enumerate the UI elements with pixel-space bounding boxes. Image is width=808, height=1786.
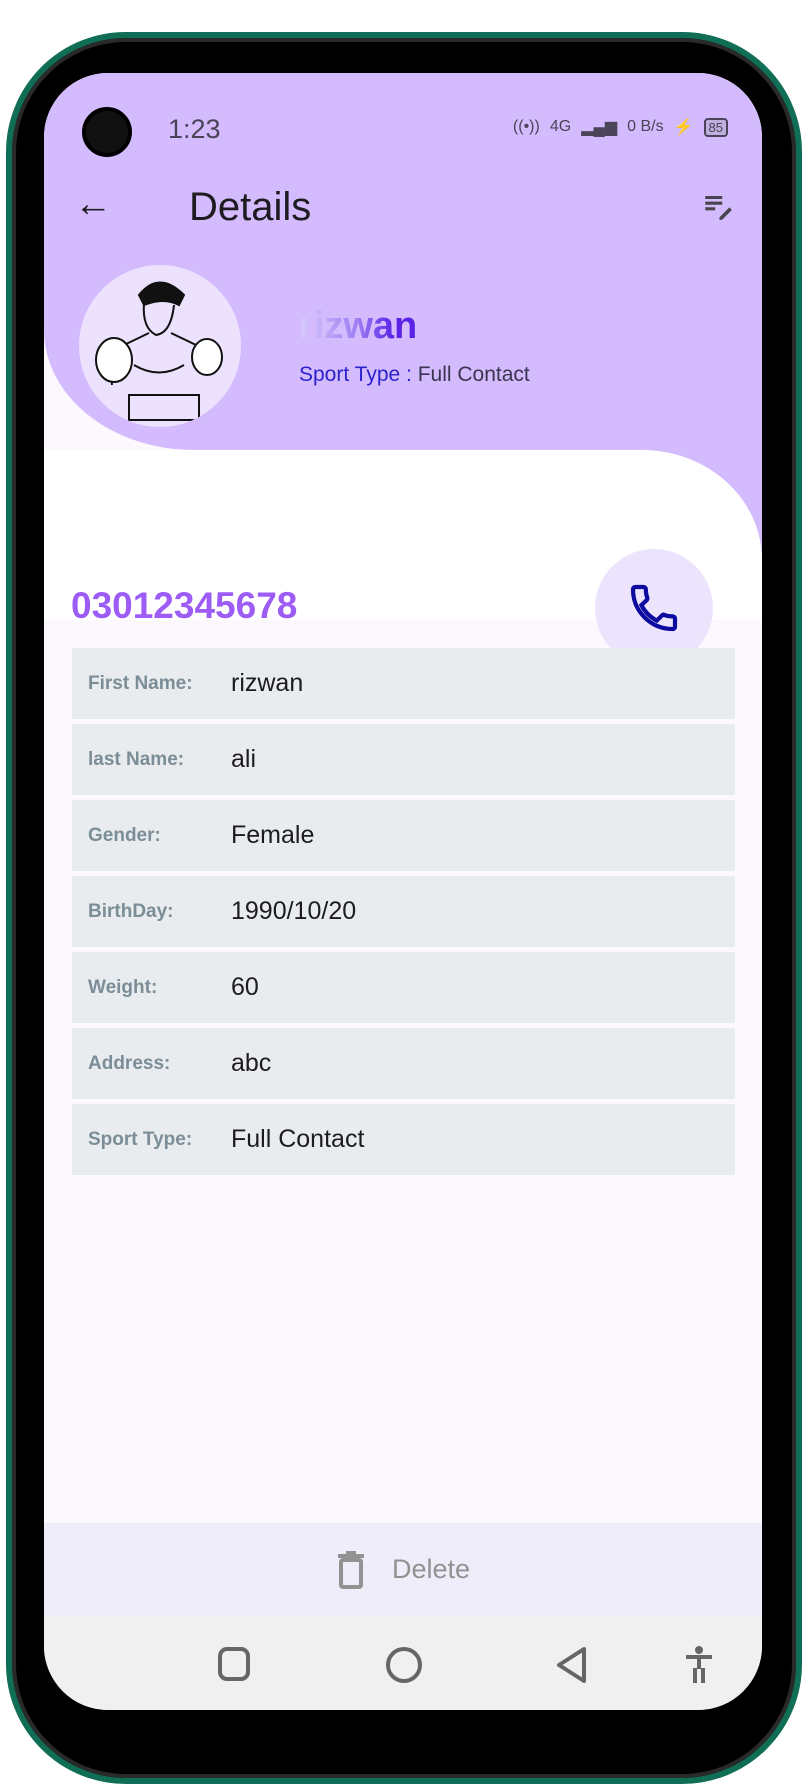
sport-label: Sport Type :	[299, 363, 412, 386]
phone-icon	[630, 584, 678, 632]
back-nav-icon[interactable]	[555, 1646, 589, 1684]
table-row: Weight: 60	[72, 952, 735, 1023]
row-label: First Name:	[88, 672, 193, 694]
camera-cutout	[82, 107, 132, 157]
network-type: 4G	[549, 118, 572, 135]
phone-number: 03012345678	[71, 585, 298, 626]
table-row: last Name: ali	[72, 724, 735, 795]
status-icons: ((•)) 4G ▂▄▆ 0 B/s ⚡ 85	[513, 117, 728, 137]
sport-value: Full Contact	[417, 363, 530, 386]
recents-icon[interactable]	[217, 1646, 251, 1682]
system-nav-bar	[44, 1616, 762, 1710]
table-row: Gender: Female	[72, 800, 735, 871]
table-row: Sport Type: Full Contact	[72, 1104, 735, 1175]
row-label: Address:	[88, 1052, 171, 1074]
edit-list-icon[interactable]	[700, 189, 736, 223]
row-label: Weight:	[88, 976, 158, 998]
row-value: abc	[231, 1049, 272, 1077]
row-label: BirthDay:	[88, 900, 174, 922]
row-label: last Name:	[88, 748, 185, 770]
net-speed: 0 B/s	[627, 118, 664, 135]
table-row: First Name: rizwan	[72, 648, 735, 719]
row-value: 60	[231, 973, 259, 1001]
delete-button[interactable]: Delete	[44, 1523, 762, 1616]
delete-label: Delete	[391, 1554, 471, 1584]
accessibility-icon[interactable]	[684, 1646, 714, 1684]
signal-icon: ▂▄▆	[581, 119, 618, 136]
table-row: BirthDay: 1990/10/20	[72, 876, 735, 947]
boxer-illustration	[95, 281, 223, 421]
row-value: ali	[231, 745, 257, 773]
phone-section: 03012345678	[44, 450, 762, 667]
hotspot-icon: ((•))	[512, 118, 540, 135]
battery-level: 85	[703, 117, 728, 137]
table-row: Address: abc	[72, 1028, 735, 1099]
row-value: 1990/10/20	[231, 897, 357, 925]
profile-name: rizwan	[299, 305, 418, 347]
profile-sport-type: Sport Type : Full Contact	[299, 363, 530, 387]
row-label: Sport Type:	[88, 1128, 193, 1150]
screen: 03012345678 1:23 ((•)) 4G ▂▄▆ 0 B/s ⚡ 85…	[44, 73, 762, 1710]
home-icon[interactable]	[385, 1646, 423, 1684]
row-label: Gender:	[88, 824, 161, 846]
details-table: First Name: rizwan last Name: ali Gender: F…	[72, 648, 735, 1180]
arrow-left-icon[interactable]: ←	[74, 183, 112, 226]
row-value: Full Contact	[231, 1125, 365, 1153]
row-value: rizwan	[231, 669, 304, 697]
avatar	[79, 265, 241, 427]
page-title: Details	[189, 185, 312, 229]
trash-icon	[337, 1550, 364, 1589]
status-time: 1:23	[168, 114, 221, 144]
status-bar: 1:23 ((•)) 4G ▂▄▆ 0 B/s ⚡ 85	[44, 95, 762, 157]
profile-header: 1:23 ((•)) 4G ▂▄▆ 0 B/s ⚡ 85 ← Details r…	[44, 73, 762, 450]
charging-icon: ⚡	[673, 119, 694, 136]
row-value: Female	[231, 821, 315, 849]
